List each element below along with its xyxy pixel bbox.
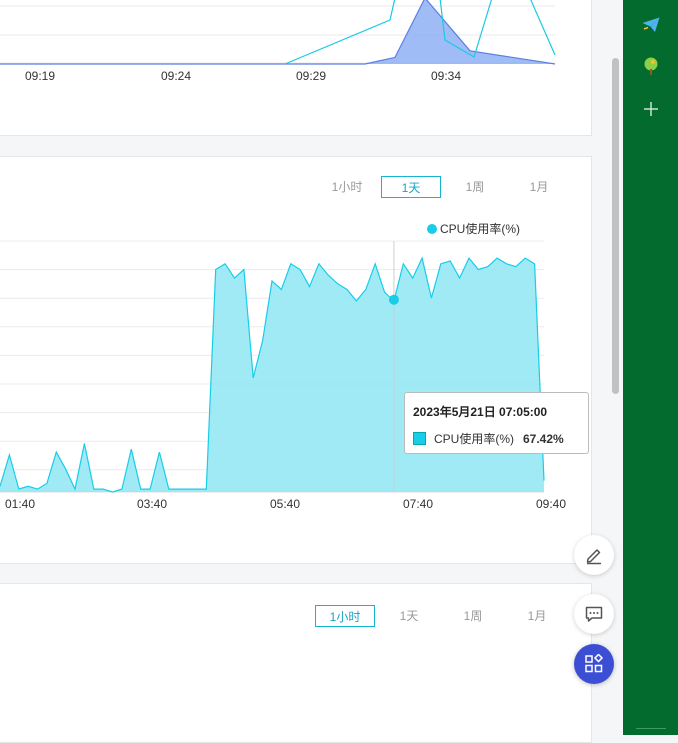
feedback-button[interactable] — [574, 594, 614, 634]
tooltip-title: 2023年5月21日 07:05:00 — [413, 405, 548, 419]
top-x-tick: 09:29 — [295, 69, 327, 83]
cpu-chart-card: 1小时 1天 1周 1月 CPU使用率(%) 01:40 03:40 05:40 07… — [0, 156, 592, 564]
tree-icon[interactable] — [640, 55, 662, 77]
paper-plane-icon[interactable] — [640, 14, 662, 36]
tab-1-day[interactable]: 1天 — [379, 605, 439, 627]
cpu-x-tick: 09:40 — [535, 497, 567, 511]
tab-1-hour[interactable]: 1小时 — [315, 605, 375, 627]
apps-grid-icon — [585, 654, 604, 673]
page-scrollbar-thumb[interactable] — [612, 58, 619, 394]
tooltip-value: 67.42% — [523, 431, 564, 446]
add-icon[interactable] — [640, 98, 662, 120]
tab-1-week[interactable]: 1周 — [443, 605, 503, 627]
cpu-x-tick: 07:40 — [402, 497, 434, 511]
cpu-x-tick: 03:40 — [136, 497, 168, 511]
memory-chart-card: 09:19 09:24 09:29 09:34 — [0, 0, 592, 136]
bottom-chart-card: 1小时 1天 1周 1月 — [0, 583, 592, 743]
chart-tooltip: 2023年5月21日 07:05:00 CPU使用率(%) 67.42% — [404, 392, 589, 454]
top-area-fill — [0, 0, 555, 64]
cpu-x-tick: 05:40 — [269, 497, 301, 511]
chat-icon — [585, 606, 603, 622]
tooltip-series-swatch — [413, 432, 426, 445]
cpu-area-chart[interactable] — [0, 157, 592, 517]
edit-button[interactable] — [574, 535, 614, 575]
tooltip-series-name: CPU使用率(%) — [434, 432, 514, 446]
cpu-hover-point[interactable] — [388, 294, 399, 305]
tab-1-month[interactable]: 1月 — [507, 605, 567, 627]
cpu-x-tick: 01:40 — [4, 497, 36, 511]
top-x-tick: 09:34 — [430, 69, 462, 83]
top-x-tick: 09:19 — [24, 69, 56, 83]
top-x-tick: 09:24 — [160, 69, 192, 83]
apps-button[interactable] — [574, 644, 614, 684]
bottom-time-range-tabs: 1小时 1天 1周 1月 — [315, 605, 571, 627]
pencil-icon — [586, 549, 601, 565]
sidebar-divider — [636, 728, 666, 729]
